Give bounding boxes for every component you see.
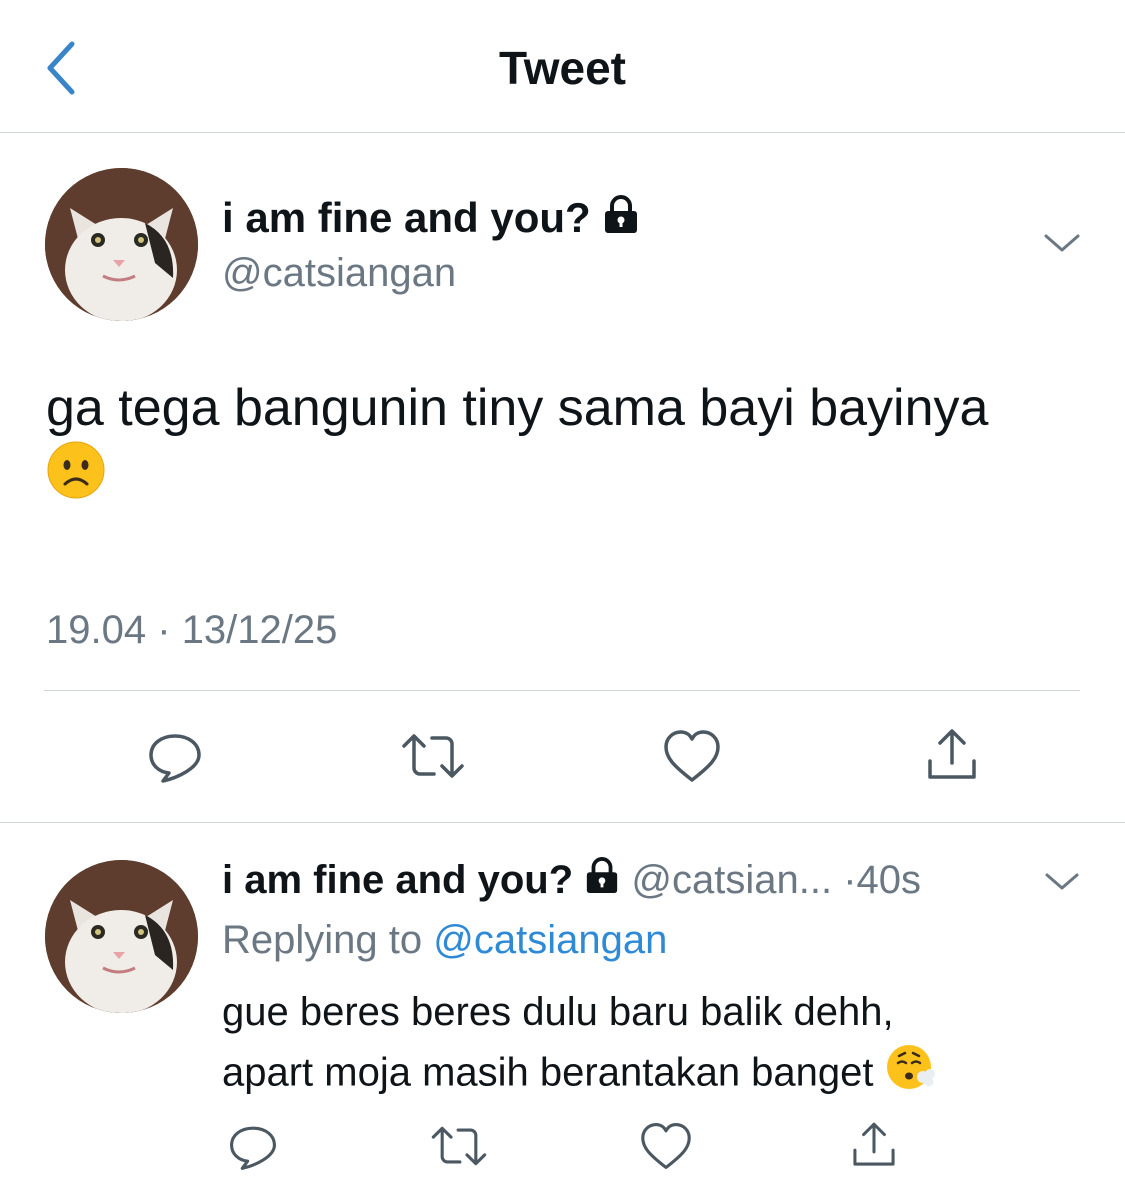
- reply-button[interactable]: [140, 726, 210, 786]
- retweet-icon: [431, 1126, 487, 1166]
- lock-icon: [584, 854, 620, 910]
- lock-icon: [602, 193, 640, 249]
- tweet-menu-button[interactable]: [1040, 228, 1084, 258]
- like-icon: [664, 730, 720, 782]
- mention-link[interactable]: @catsiangan: [433, 918, 667, 962]
- like-icon: [641, 1123, 691, 1169]
- retweet-button[interactable]: [396, 726, 470, 786]
- reply-icon: [230, 1126, 276, 1170]
- reply-reply-button[interactable]: [222, 1120, 284, 1172]
- share-button[interactable]: [916, 724, 988, 786]
- tweet-time: 19.04: [46, 608, 147, 652]
- separator-dot: ·: [843, 858, 857, 902]
- display-name[interactable]: i am fine and you?: [222, 194, 591, 241]
- reply-text: gue beres beres dulu baru balik dehh, ap…: [222, 983, 1082, 1109]
- reply-icon: [149, 734, 201, 783]
- avatar[interactable]: [45, 168, 198, 321]
- reply-text-line-2: apart moja masih berantakan banget: [222, 1041, 1082, 1109]
- separator-dot: ·: [157, 608, 171, 652]
- page-title: Tweet: [499, 42, 626, 94]
- reply-menu-button[interactable]: [1042, 868, 1082, 896]
- cat-avatar-image: [45, 168, 198, 321]
- retweet-icon: [402, 734, 464, 778]
- tweet-body: ga tega bangunin tiny sama bayi bayinya: [46, 379, 989, 437]
- reply-text-line: apart moja masih berantakan banget: [222, 1050, 874, 1095]
- chevron-down-icon: [1045, 873, 1079, 890]
- reply-avatar[interactable]: [45, 860, 198, 1013]
- tweet-text: ga tega bangunin tiny sama bayi bayinya: [46, 376, 1046, 515]
- frowning-face-emoji: [46, 440, 106, 515]
- divider: [0, 822, 1125, 823]
- reply-text-line: gue beres beres dulu baru balik dehh,: [222, 990, 894, 1034]
- tweet-timestamp: 19.04 · 13/12/25: [46, 605, 337, 655]
- reply-header: i am fine and you? @catsian... ·40s: [222, 852, 921, 910]
- replying-to: Replying to @catsiangan: [222, 912, 667, 968]
- like-button[interactable]: [656, 726, 728, 786]
- share-icon: [853, 1122, 895, 1166]
- tweet-date: 13/12/25: [181, 608, 338, 652]
- reply-display-name[interactable]: i am fine and you?: [222, 858, 573, 902]
- replying-prefix: Replying to: [222, 918, 423, 962]
- reply-handle[interactable]: @catsian...: [631, 858, 832, 902]
- divider: [44, 690, 1080, 691]
- handle[interactable]: @catsiangan: [222, 247, 456, 299]
- reply-retweet-button[interactable]: [426, 1120, 492, 1172]
- chevron-down-icon: [1044, 234, 1080, 252]
- cat-avatar-image: [45, 860, 198, 1013]
- reply-like-button[interactable]: [634, 1120, 698, 1172]
- face-exhaling-emoji: [885, 1041, 937, 1109]
- reply-share-button[interactable]: [842, 1118, 906, 1172]
- share-icon: [928, 729, 976, 779]
- reply-age: 40s: [856, 858, 922, 902]
